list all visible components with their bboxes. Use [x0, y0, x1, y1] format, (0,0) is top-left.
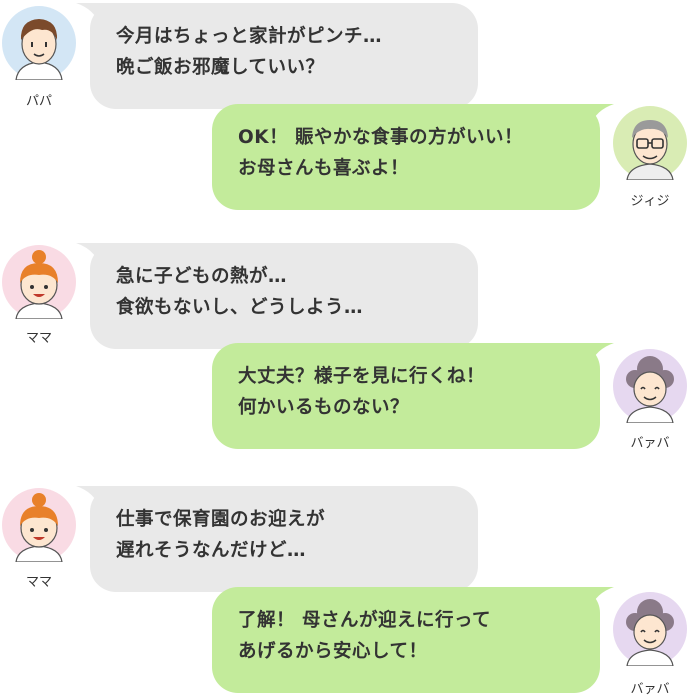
jiji-avatar-icon	[613, 106, 687, 180]
speaker-name-jiji: ジィジ	[630, 194, 670, 209]
message-line: 大丈夫？様子を見に行くね！	[238, 366, 486, 387]
baba-avatar	[613, 592, 687, 666]
papa-avatar-icon	[2, 6, 76, 80]
mama-avatar-icon	[2, 488, 76, 562]
bubble-tail	[574, 343, 614, 365]
baba-avatar-icon	[613, 349, 687, 423]
chat-bubble-papa: 今月はちょっと家計がピンチ… 晩ご飯お邪魔していい？	[76, 3, 478, 109]
baba-avatar-icon	[613, 592, 687, 666]
bubble-tail	[76, 3, 116, 25]
message-line: 了解！ 母さんが迎えに行って	[238, 610, 492, 631]
message-line: 仕事で保育園のお迎えが	[116, 509, 326, 530]
chat-bubble-mama: 仕事で保育園のお迎えが 遅れそうなんだけど…	[76, 486, 478, 592]
mama-avatar-icon	[2, 245, 76, 319]
message-line: 今月はちょっと家計がピンチ…	[116, 26, 383, 47]
bubble-tail	[574, 104, 614, 126]
message-line: お母さんも喜ぶよ！	[238, 158, 410, 179]
message-line: 遅れそうなんだけど…	[116, 540, 307, 561]
mama-avatar	[2, 488, 76, 562]
chat-bubble-baba: 大丈夫？様子を見に行くね！ 何かいるものない？	[212, 343, 614, 449]
speaker-name-mama: ママ	[25, 331, 52, 346]
jiji-avatar	[613, 106, 687, 180]
speaker-name-baba: バァバ	[630, 436, 670, 451]
message-line: 急に子どもの熱が…	[116, 266, 288, 287]
bubble-tail	[76, 486, 116, 508]
baba-avatar	[613, 349, 687, 423]
bubble-tail	[76, 243, 116, 265]
message-line: OK！ 賑やかな食事の方がいい！	[238, 127, 524, 148]
speaker-name-papa: パパ	[25, 94, 52, 109]
chat-bubble-baba: 了解！ 母さんが迎えに行って あげるから安心して！	[212, 587, 614, 693]
papa-avatar	[2, 6, 76, 80]
message-line: 晩ご飯お邪魔していい？	[116, 57, 325, 78]
speaker-name-mama: ママ	[25, 575, 52, 590]
mama-avatar	[2, 245, 76, 319]
speaker-name-baba: バァバ	[630, 682, 670, 697]
chat-bubble-jiji: OK！ 賑やかな食事の方がいい！ お母さんも喜ぶよ！	[212, 104, 614, 210]
message-line: 何かいるものない？	[238, 397, 410, 418]
bubble-tail	[574, 587, 614, 609]
message-line: あげるから安心して！	[238, 641, 428, 662]
message-line: 食欲もないし、どうしよう…	[116, 297, 364, 318]
chat-bubble-mama: 急に子どもの熱が… 食欲もないし、どうしよう…	[76, 243, 478, 349]
